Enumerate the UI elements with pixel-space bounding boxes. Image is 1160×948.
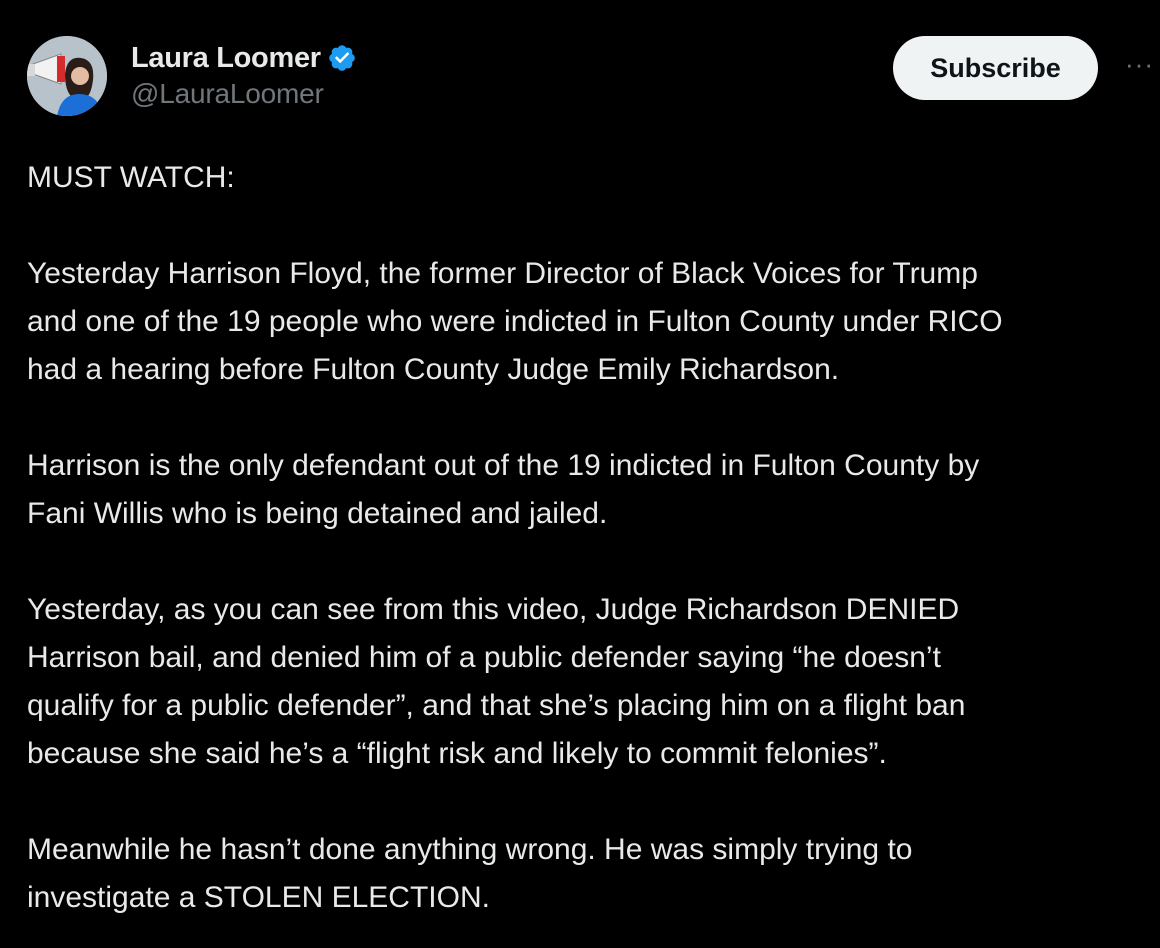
post-line: MUST WATCH: xyxy=(27,161,235,194)
post-line: Yesterday, as you can see from this vide… xyxy=(27,593,960,626)
display-name[interactable]: Laura Loomer xyxy=(131,42,321,75)
post-line: qualify for a public defender”, and that… xyxy=(27,689,966,722)
post-header: Laura Loomer @LauraLoomer Subscribe ··· xyxy=(27,36,1160,120)
author-names: Laura Loomer @LauraLoomer xyxy=(131,40,357,110)
post-line: and one of the 19 people who were indict… xyxy=(27,305,1003,338)
subscribe-button[interactable]: Subscribe xyxy=(893,36,1098,100)
post-line: Harrison bail, and denied him of a publi… xyxy=(27,641,941,674)
author-handle[interactable]: @LauraLoomer xyxy=(131,78,357,110)
display-name-row: Laura Loomer xyxy=(131,40,357,76)
post-line: had a hearing before Fulton County Judge… xyxy=(27,353,840,386)
post: Laura Loomer @LauraLoomer Subscribe ··· … xyxy=(0,0,1160,948)
avatar[interactable] xyxy=(27,36,107,116)
post-line: Meanwhile he hasn’t done anything wrong.… xyxy=(27,833,913,866)
avatar-image xyxy=(27,36,107,116)
post-line: Harrison is the only defendant out of th… xyxy=(27,449,980,482)
more-options-icon[interactable]: ··· xyxy=(1125,51,1160,82)
post-line: Yesterday Harrison Floyd, the former Dir… xyxy=(27,257,978,290)
post-text: MUST WATCH: Yesterday Harrison Floyd, th… xyxy=(27,154,1160,922)
post-line: Fani Willis who is being detained and ja… xyxy=(27,497,608,530)
post-line: because she said he’s a “flight risk and… xyxy=(27,737,887,770)
verified-badge-icon[interactable] xyxy=(327,43,357,73)
post-line: investigate a STOLEN ELECTION. xyxy=(27,881,490,914)
